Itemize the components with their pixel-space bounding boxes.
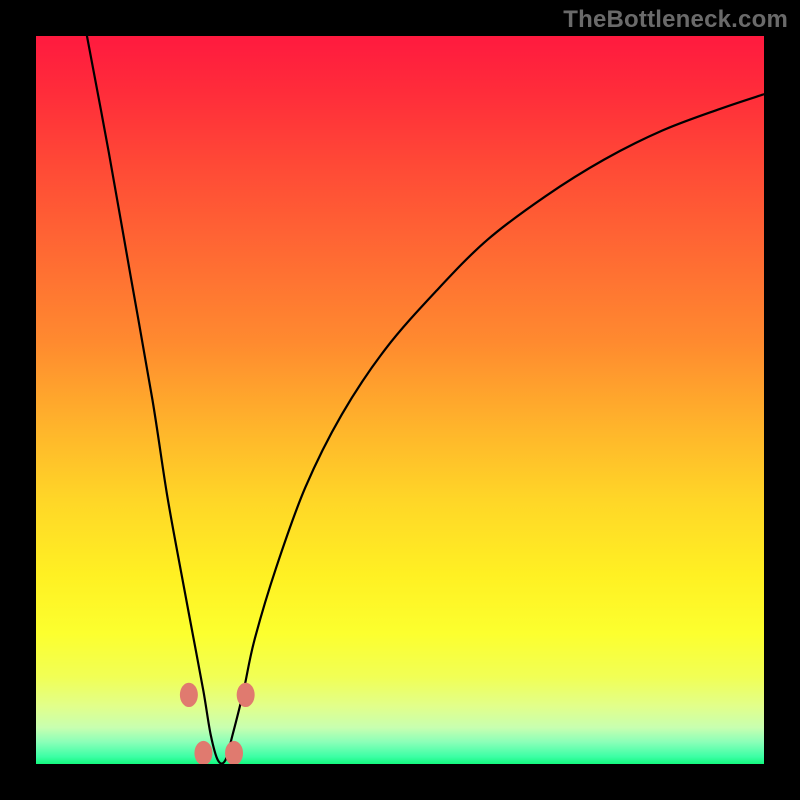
chart-overlay [36, 36, 764, 764]
valley-right-floor [225, 741, 243, 764]
valley-left-floor [194, 741, 212, 764]
bottleneck-curve-path [87, 36, 764, 764]
attribution-text: TheBottleneck.com [563, 6, 788, 34]
chart-frame: TheBottleneck.com [0, 0, 800, 800]
valley-left-upper [180, 683, 198, 707]
valley-right-upper [237, 683, 255, 707]
valley-markers [180, 683, 255, 764]
chart-plot-area [36, 36, 764, 764]
